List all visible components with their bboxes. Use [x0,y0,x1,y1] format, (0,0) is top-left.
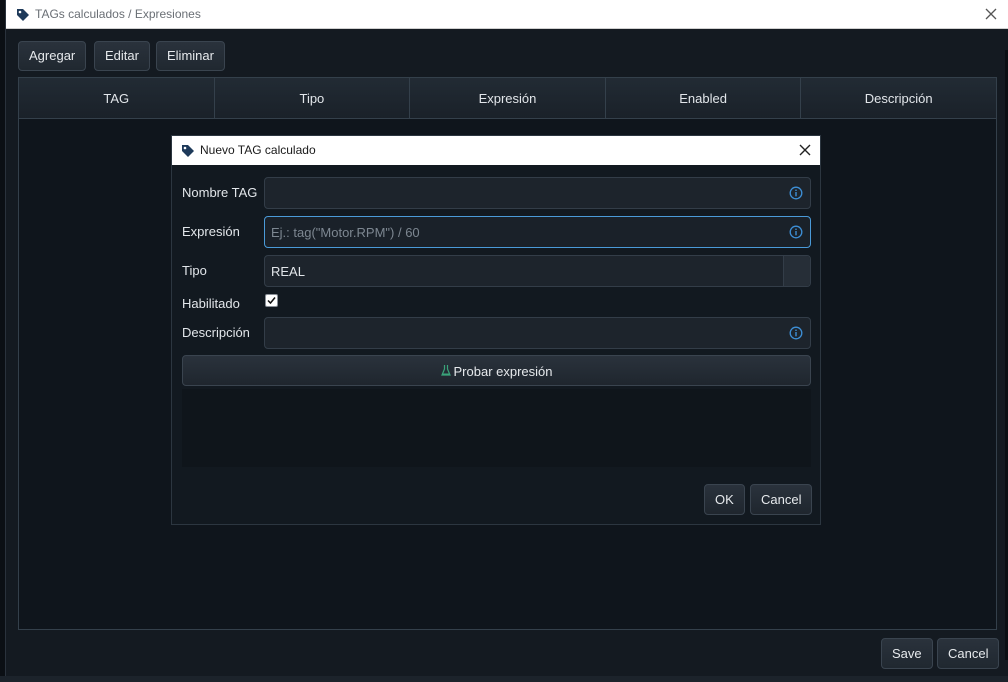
type-label: Tipo [182,263,207,278]
expression-input[interactable] [271,217,771,247]
new-tag-dialog: Nuevo TAG calculado Nombre TAG Expresión… [171,135,821,525]
dialog-title: Nuevo TAG calculado [200,143,316,157]
column-header-expresion[interactable]: Expresión [410,78,606,118]
column-header-tipo[interactable]: Tipo [215,78,411,118]
test-result-area [182,389,811,467]
check-icon [267,297,276,305]
tag-icon [182,145,194,157]
column-header-descripcion[interactable]: Descripción [801,78,996,118]
enabled-label: Habilitado [182,296,240,311]
close-icon[interactable] [796,141,814,159]
table-header: TAG Tipo Expresión Enabled Descripción [19,78,996,119]
flask-icon [440,365,451,376]
enabled-checkbox[interactable] [265,294,278,307]
test-expression-button[interactable]: Probar expresión [182,355,811,386]
type-select-value: REAL [271,264,305,279]
background-taskbar-strip [0,676,1008,682]
expression-label: Expresión [182,224,240,239]
name-label: Nombre TAG [182,185,258,200]
ok-button[interactable]: OK [704,484,745,515]
dialog-titlebar: Nuevo TAG calculado [172,136,820,165]
name-field [264,177,811,209]
dropdown-button[interactable] [783,256,810,286]
main-window-title: TAGs calculados / Expresiones [35,7,201,21]
description-field [264,317,811,349]
expression-field [264,216,811,248]
info-icon[interactable] [789,326,803,340]
tag-icon [17,9,29,21]
main-cancel-button[interactable]: Cancel [937,638,1000,669]
save-button[interactable]: Save [881,638,933,669]
info-icon[interactable] [789,186,803,200]
name-input[interactable] [271,178,771,208]
description-label: Descripción [182,325,250,340]
add-button[interactable]: Agregar [18,41,87,71]
delete-button[interactable]: Eliminar [156,41,225,71]
column-header-tag[interactable]: TAG [19,78,215,118]
column-header-enabled[interactable]: Enabled [606,78,802,118]
info-icon[interactable] [789,225,803,239]
edit-button[interactable]: Editar [94,41,150,71]
close-icon[interactable] [982,5,1000,23]
description-input[interactable] [271,318,771,348]
dialog-cancel-button[interactable]: Cancel [750,484,813,515]
main-titlebar: TAGs calculados / Expresiones [6,0,1008,29]
test-expression-label: Probar expresión [453,364,553,379]
type-select[interactable]: REAL [264,255,811,287]
